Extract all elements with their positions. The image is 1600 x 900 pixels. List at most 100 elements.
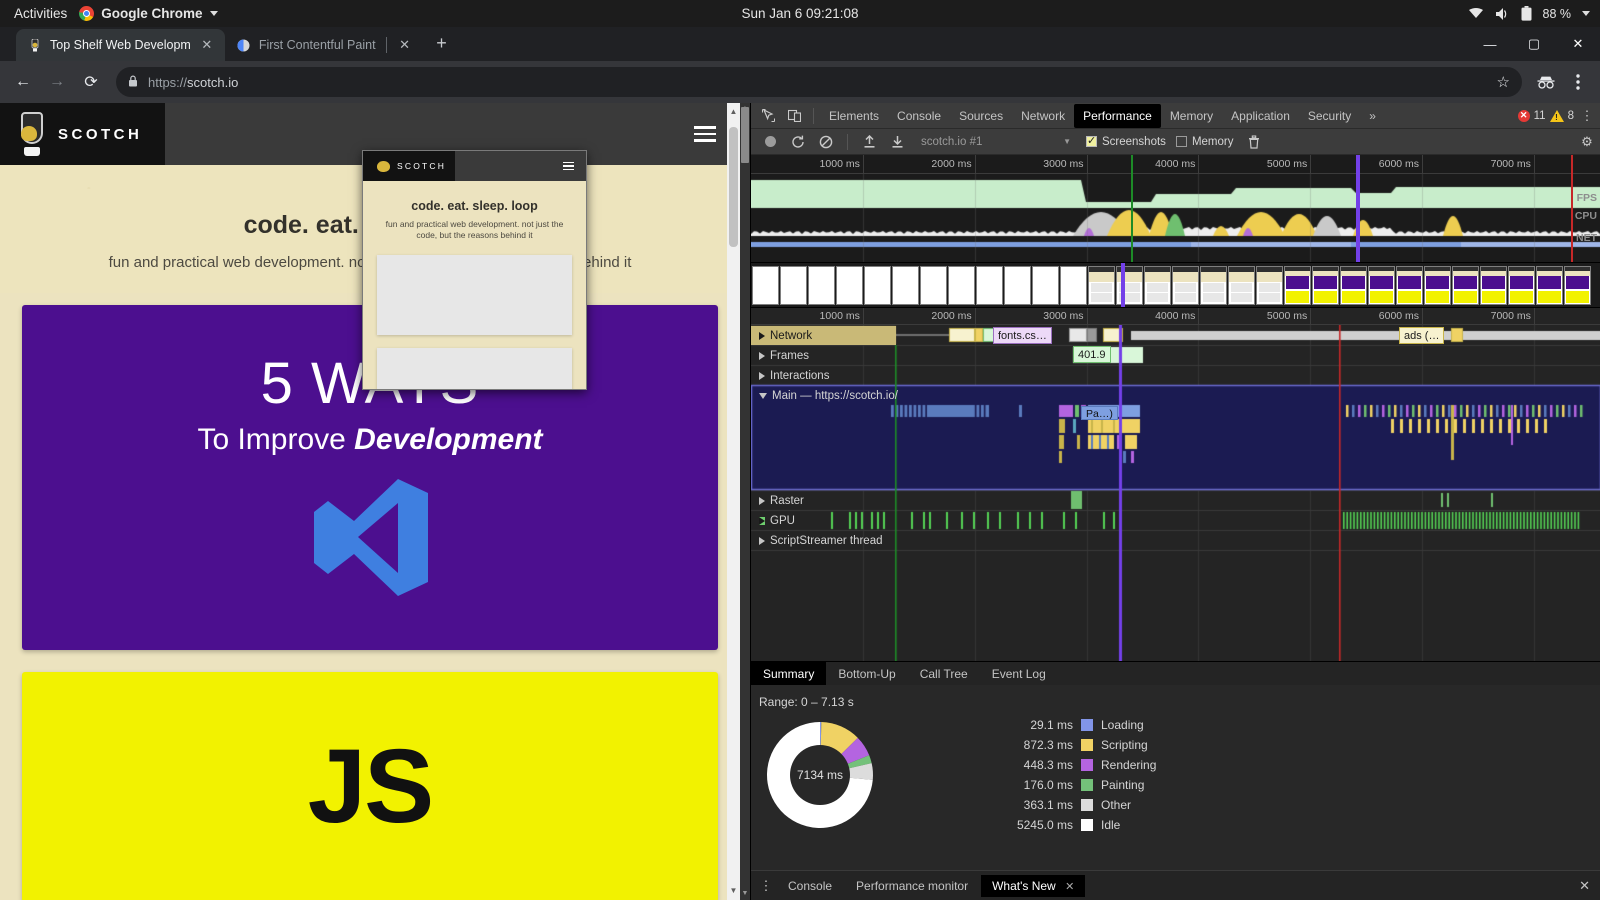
- window-close-button[interactable]: ✕: [1556, 27, 1600, 61]
- filmstrip-frame[interactable]: [1032, 265, 1059, 305]
- tab-sources[interactable]: Sources: [950, 104, 1012, 128]
- filmstrip-frame[interactable]: [920, 265, 947, 305]
- clear-button[interactable]: [813, 130, 839, 154]
- legend-item[interactable]: 363.1 ms Other: [1005, 795, 1156, 815]
- trash-icon[interactable]: [1241, 130, 1267, 154]
- back-button[interactable]: ←: [8, 67, 38, 97]
- reload-button[interactable]: ⟳: [76, 67, 106, 97]
- gear-icon[interactable]: ⚙: [1578, 134, 1596, 150]
- inspect-element-icon[interactable]: [755, 104, 781, 128]
- filmstrip-frame[interactable]: [1144, 265, 1171, 305]
- legend-item[interactable]: 872.3 ms Scripting: [1005, 735, 1156, 755]
- filmstrip-screenshot-popup[interactable]: SCOTCH code. eat. sleep. loop fun and pr…: [362, 150, 587, 390]
- timeline-tracks[interactable]: Network Frames Interactions Main — https…: [751, 325, 1600, 661]
- tab-event-log[interactable]: Event Log: [980, 662, 1058, 686]
- filmstrip-frame[interactable]: [1088, 265, 1115, 305]
- chrome-menu-button[interactable]: [1564, 68, 1592, 96]
- load-profile-button[interactable]: [856, 130, 882, 154]
- filmstrip-frame[interactable]: [892, 265, 919, 305]
- tab-performance[interactable]: Performance: [1074, 103, 1161, 128]
- track-main[interactable]: Main — https://scotch.io/: [751, 386, 898, 405]
- filmstrip-frame[interactable]: [1228, 265, 1255, 305]
- screenshots-checkbox[interactable]: Screenshots: [1086, 134, 1166, 148]
- network-request-fonts[interactable]: fonts.cs…: [993, 327, 1052, 344]
- track-interactions[interactable]: Interactions: [751, 366, 829, 385]
- filmstrip-frame[interactable]: [1172, 265, 1199, 305]
- record-button[interactable]: [757, 130, 783, 154]
- window-maximize-button[interactable]: ▢: [1512, 27, 1556, 61]
- os-clock[interactable]: Sun Jan 6 09:21:08: [741, 6, 858, 21]
- track-raster[interactable]: Raster: [751, 491, 804, 510]
- tab-network[interactable]: Network: [1012, 104, 1074, 128]
- drawer-tab-performance-monitor[interactable]: Performance monitor: [845, 875, 979, 897]
- filmstrip-frame[interactable]: [1396, 265, 1423, 305]
- drawer-tab-close-icon[interactable]: ✕: [1065, 881, 1074, 893]
- tab-close-button[interactable]: ✕: [397, 37, 413, 53]
- track-network[interactable]: Network: [751, 326, 896, 345]
- track-scriptstreamer[interactable]: ScriptStreamer thread: [751, 531, 883, 550]
- filmstrip-frame[interactable]: [752, 265, 779, 305]
- filmstrip-frame[interactable]: [1200, 265, 1227, 305]
- save-profile-button[interactable]: [884, 130, 910, 154]
- devtools-scroll-down-icon[interactable]: ▼: [740, 888, 750, 900]
- tray-chevron-down-icon[interactable]: [1582, 11, 1590, 16]
- error-count-badge[interactable]: ✕ 11: [1517, 109, 1546, 122]
- filmstrip-frame[interactable]: [1508, 265, 1535, 305]
- filmstrip-frame[interactable]: [1424, 265, 1451, 305]
- forward-button[interactable]: →: [42, 67, 72, 97]
- hamburger-icon[interactable]: [694, 126, 716, 142]
- filmstrip-frame[interactable]: [1480, 265, 1507, 305]
- tab-summary[interactable]: Summary: [751, 661, 827, 686]
- active-app-menu[interactable]: Google Chrome: [79, 6, 218, 21]
- drawer-tab-whats-new[interactable]: What's New ✕: [981, 874, 1086, 897]
- track-gpu[interactable]: GPU: [751, 511, 795, 530]
- filmstrip-frame[interactable]: [1340, 265, 1367, 305]
- filmstrip-frame[interactable]: [1256, 265, 1283, 305]
- filmstrip-frame[interactable]: [1284, 265, 1311, 305]
- tab-memory[interactable]: Memory: [1161, 104, 1222, 128]
- devtools-vertical-scrollbar[interactable]: ▲ ▼: [740, 103, 750, 900]
- legend-item[interactable]: 448.3 ms Rendering: [1005, 755, 1157, 775]
- drawer-close-button[interactable]: ✕: [1579, 878, 1590, 894]
- incognito-icon[interactable]: [1532, 68, 1560, 96]
- star-icon[interactable]: ☆: [1497, 73, 1510, 91]
- tab-application[interactable]: Application: [1222, 104, 1299, 128]
- profile-select[interactable]: scotch.io #1 ▼: [916, 132, 1076, 151]
- tab-elements[interactable]: Elements: [820, 104, 888, 128]
- filmstrip-frame[interactable]: [808, 265, 835, 305]
- scroll-down-icon[interactable]: ▼: [727, 884, 740, 898]
- filmstrip-frame[interactable]: [836, 265, 863, 305]
- filmstrip-frame[interactable]: [1564, 265, 1591, 305]
- site-brand[interactable]: SCOTCH: [0, 103, 165, 165]
- devtools-more-icon[interactable]: ⋮: [1578, 108, 1596, 124]
- drawer-more-icon[interactable]: ⋮: [757, 878, 775, 894]
- post-card-js[interactable]: JS: [22, 672, 718, 900]
- paint-event-label[interactable]: Pa…): [1081, 406, 1118, 420]
- address-bar[interactable]: https://scotch.io ☆: [116, 67, 1522, 97]
- device-toolbar-icon[interactable]: [781, 104, 807, 128]
- activities-button[interactable]: Activities: [0, 6, 79, 21]
- filmstrip-frame[interactable]: [976, 265, 1003, 305]
- page-scrollbar[interactable]: ▲ ▼: [727, 103, 740, 900]
- filmstrip-frame[interactable]: [1536, 265, 1563, 305]
- memory-checkbox[interactable]: Memory: [1175, 136, 1233, 148]
- frame-duration-label[interactable]: 401.9: [1073, 346, 1111, 363]
- tab-security[interactable]: Security: [1299, 104, 1360, 128]
- tab-0[interactable]: Top Shelf Web Developm ✕: [16, 29, 225, 61]
- warning-count-badge[interactable]: 8: [1549, 109, 1574, 122]
- filmstrip[interactable]: [751, 263, 1600, 308]
- tab-console[interactable]: Console: [888, 104, 950, 128]
- scrollbar-thumb[interactable]: [729, 127, 738, 247]
- devtools-scrollbar-thumb[interactable]: [741, 107, 749, 163]
- legend-item[interactable]: 29.1 ms Loading: [1005, 715, 1156, 735]
- timeline-overview[interactable]: 1000 ms 2000 ms 3000 ms 4000 ms 5000 ms 6000 …: [751, 155, 1600, 263]
- system-tray[interactable]: 88 %: [1468, 6, 1590, 21]
- filmstrip-frame[interactable]: [1368, 265, 1395, 305]
- new-tab-button[interactable]: +: [429, 31, 455, 57]
- tab-call-tree[interactable]: Call Tree: [908, 662, 980, 686]
- filmstrip-frame[interactable]: [948, 265, 975, 305]
- track-frames[interactable]: Frames: [751, 346, 809, 365]
- tab-close-button[interactable]: ✕: [199, 37, 215, 53]
- legend-item[interactable]: 5245.0 ms Idle: [1005, 815, 1156, 835]
- tab-overflow-button[interactable]: »: [1360, 104, 1385, 128]
